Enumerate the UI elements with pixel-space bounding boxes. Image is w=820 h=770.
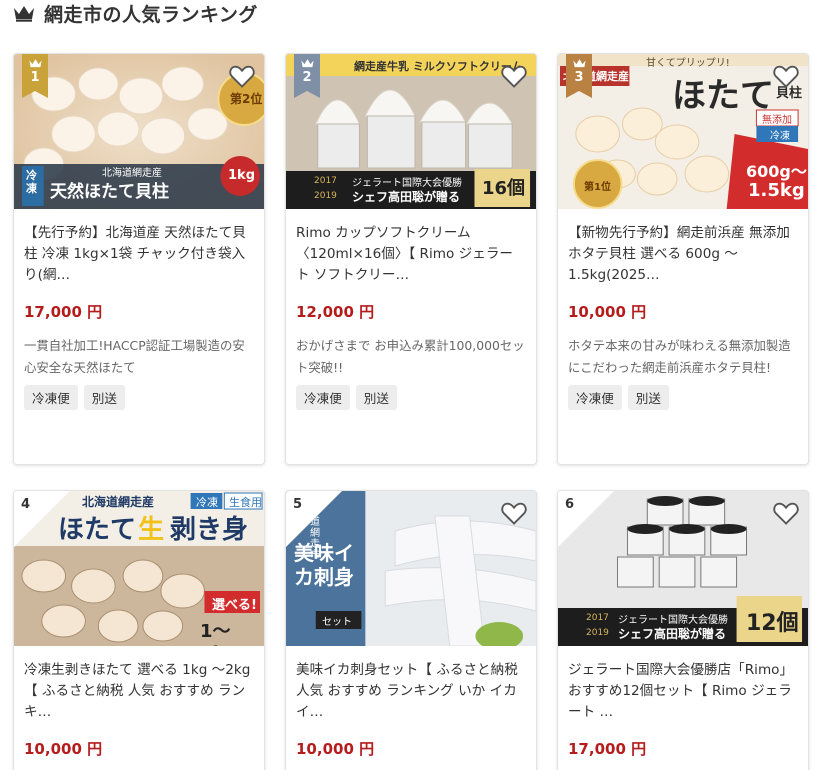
tag-list: 冷凍便 別送 [568, 385, 798, 410]
product-price: 12,000 円 [296, 303, 375, 321]
ranking-grid: 冷凍 北海道網走産 天然ほたて貝柱 1kg 第2位 1 【先行予約】北海道産 天… [13, 53, 809, 770]
product-title-overlay-1: ほたて [58, 515, 137, 545]
product-card[interactable]: 北海道網走産 ほたて 生 剥き身 冷凍 生食用 選べる! 1～2kg 4 冷凍生… [13, 490, 265, 770]
chef-line: シェフ高田聡が贈る [618, 627, 727, 641]
tag-separate: 別送 [355, 385, 397, 410]
heart-icon[interactable] [228, 62, 256, 90]
product-name[interactable]: ジェラート国際大会優勝店「Rimo」おすすめ12個セット【 Rimo ジェラート… [568, 660, 798, 723]
product-description: 一貫自社加工!HACCP認証工場製造の安心安全な天然ほたて [24, 338, 245, 375]
product-title-overlay-2: 生 [138, 515, 165, 545]
count-label: 16個 [482, 178, 526, 199]
product-card[interactable]: 甘くてプリップリ! 北海道網走産 ほたて 貝柱 無添加 冷凍 第1位 600g～… [557, 53, 809, 465]
heart-icon[interactable] [772, 62, 800, 90]
product-title-overlay: 天然ほたて貝柱 [50, 182, 169, 202]
product-name[interactable]: 【先行予約】北海道産 天然ほたて貝柱 冷凍 1kg×1袋 チャック付き袋入り(網… [24, 223, 254, 286]
product-title-overlay-3: 剥き身 [170, 515, 249, 545]
tag-list: 冷凍便 別送 [24, 385, 254, 410]
tag-list: 冷凍便 別送 [296, 385, 526, 410]
product-description: おかげさまで お申込み累計100,000セット突破!! [296, 338, 525, 375]
product-image[interactable]: 冷凍 北海道網走産 天然ほたて貝柱 1kg 第2位 1 [14, 54, 264, 209]
product-title-overlay: ほたて [672, 76, 774, 116]
tagline: 甘くてプリップリ! [646, 58, 730, 69]
product-name[interactable]: Rimo カップソフトクリーム〈120ml×16個〉【 Rimo ジェラート ソ… [296, 223, 526, 286]
crown-icon [14, 6, 34, 22]
product-name[interactable]: 美味イカ刺身セット【 ふるさと納税 人気 おすすめ ランキング いか イカ イ… [296, 660, 526, 723]
tag-separate: 別送 [83, 385, 125, 410]
crown-icon [300, 59, 314, 68]
product-image[interactable]: 甘くてプリップリ! 北海道網走産 ほたて 貝柱 無添加 冷凍 第1位 600g～… [558, 54, 808, 209]
product-price: 17,000 円 [24, 303, 103, 321]
award-label: 第2位 [230, 92, 263, 106]
set-label: セット [322, 617, 352, 628]
product-price: 10,000 円 [296, 740, 375, 758]
product-price: 10,000 円 [568, 303, 647, 321]
frozen-label: 冷凍 [26, 169, 37, 195]
tag-frozen: 冷凍便 [568, 385, 622, 410]
section-heading: 網走市の人気ランキング [12, 0, 258, 26]
heart-icon[interactable] [500, 499, 528, 527]
tag-frozen: 冷凍便 [24, 385, 78, 410]
year-1: 2017 [314, 176, 337, 186]
tag-frozen: 冷凍便 [296, 385, 350, 410]
crown-icon [28, 59, 42, 68]
weight-bottom: 1.5kg [748, 180, 805, 201]
product-name[interactable]: 冷凍生剥きほたて 選べる 1kg ～2kg【 ふるさと納税 人気 おすすめ ラン… [24, 660, 254, 723]
product-price: 10,000 円 [24, 740, 103, 758]
weight-label: 1～2kg [200, 621, 237, 646]
raw-badge: 生食用 [229, 496, 262, 509]
tag-separate: 別送 [627, 385, 669, 410]
year-2: 2019 [586, 628, 609, 638]
product-card[interactable]: 北海道網走市 美味イカ刺身 セット 5 美味イカ刺身セット【 ふるさと納税 人気… [285, 490, 537, 770]
award-label: 第1位 [584, 182, 611, 193]
product-image[interactable]: 北海道網走市 美味イカ刺身 セット 5 [286, 491, 536, 646]
product-card[interactable]: 網走産牛乳 ミルクソフトクリーム 2017 2019 ジェラート国際大会優勝 シ… [285, 53, 537, 465]
crown-icon [572, 59, 586, 68]
product-price: 17,000 円 [568, 740, 647, 758]
additive-free-badge: 無添加 [762, 115, 792, 126]
product-description: ホタテ本来の甘みが味わえる無添加製造にこだわった網走前浜産ホタテ貝柱! [568, 338, 791, 375]
image-banner: 網走産牛乳 ミルクソフトクリーム [354, 60, 523, 73]
product-card[interactable]: 2017 2019 ジェラート国際大会優勝 シェフ高田聡が贈る 12個 6 ジェ… [557, 490, 809, 770]
heart-icon[interactable] [772, 499, 800, 527]
year-2: 2019 [314, 191, 337, 201]
award-line: ジェラート国際大会優勝 [352, 178, 462, 189]
weight-label: 1kg [228, 168, 255, 183]
award-line: ジェラート国際大会優勝 [618, 615, 728, 626]
weight-top: 600g～ [746, 162, 807, 181]
product-image[interactable]: 北海道網走産 ほたて 生 剥き身 冷凍 生食用 選べる! 1～2kg 4 [14, 491, 264, 646]
heart-icon[interactable] [500, 62, 528, 90]
frozen-badge: 冷凍 [770, 131, 790, 142]
choose-label: 選べる! [212, 598, 257, 613]
area-label: 北海道網走産 [82, 495, 155, 509]
section-title: 網走市の人気ランキング [44, 3, 258, 26]
product-card[interactable]: 冷凍 北海道網走産 天然ほたて貝柱 1kg 第2位 1 【先行予約】北海道産 天… [13, 53, 265, 465]
product-image[interactable]: 網走産牛乳 ミルクソフトクリーム 2017 2019 ジェラート国際大会優勝 シ… [286, 54, 536, 209]
count-label: 12個 [746, 611, 799, 636]
product-image[interactable]: 2017 2019 ジェラート国際大会優勝 シェフ高田聡が贈る 12個 6 [558, 491, 808, 646]
chef-line: シェフ高田聡が贈る [352, 190, 461, 204]
product-title-overlay: 美味イカ刺身 [294, 541, 354, 589]
frozen-badge: 冷凍 [196, 496, 218, 509]
year-1: 2017 [586, 613, 609, 623]
product-name[interactable]: 【新物先行予約】網走前浜産 無添加ホタテ貝柱 選べる 600g ～ 1.5kg(… [568, 223, 798, 286]
